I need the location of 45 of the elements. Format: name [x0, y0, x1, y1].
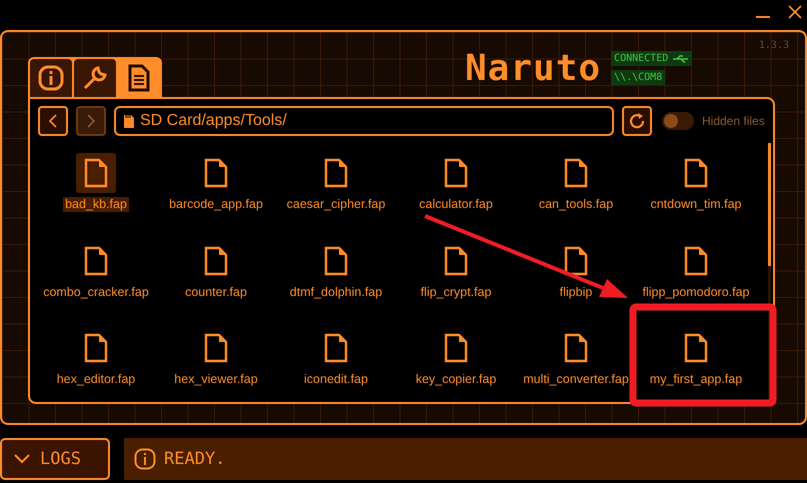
chevron-down-icon	[14, 454, 30, 464]
connection-status: CONNECTED	[611, 51, 692, 66]
chevron-right-icon	[86, 114, 96, 128]
scrollbar[interactable]	[768, 143, 771, 401]
file-name[interactable]: bad_kb.fap	[63, 197, 129, 212]
info-icon	[38, 65, 64, 91]
file-name[interactable]: hex_viewer.fap	[172, 372, 260, 387]
file-name[interactable]: flipbip	[558, 284, 594, 300]
file-name[interactable]: caesar_cipher.fap	[284, 197, 388, 212]
chevron-left-icon	[48, 114, 58, 128]
refresh-button[interactable]	[622, 106, 652, 136]
file-name[interactable]: flip_crypt.fap	[418, 284, 494, 300]
file-name[interactable]: key_copier.fap	[414, 372, 498, 387]
wrench-icon	[81, 64, 109, 92]
file-name[interactable]: calculator.fap	[417, 197, 495, 212]
file-name[interactable]: dtmf_dolphin.fap	[288, 284, 384, 300]
close-icon[interactable]	[788, 5, 802, 19]
file-name[interactable]: can_tools.fap	[536, 197, 616, 212]
sd-card-icon	[124, 114, 134, 128]
version-label: 1.3.3	[758, 40, 789, 51]
hidden-files-label: Hidden files	[702, 114, 765, 128]
logs-button[interactable]: LOGS	[0, 438, 110, 480]
document-icon	[127, 64, 151, 92]
back-button[interactable]	[38, 106, 68, 136]
refresh-icon	[628, 112, 646, 130]
file-name[interactable]: multi_converter.fap	[521, 372, 631, 387]
hidden-files-toggle[interactable]	[662, 112, 694, 130]
status-text: READY.	[164, 449, 226, 469]
info-tab[interactable]	[30, 59, 72, 97]
file-name[interactable]: iconedit.fap	[302, 372, 370, 387]
port-label: \\.\COM8	[611, 70, 666, 85]
file-name[interactable]: counter.fap	[183, 284, 249, 300]
path-field[interactable]: SD Card/apps/Tools/	[114, 106, 614, 136]
tools-tab[interactable]	[74, 59, 116, 97]
selected-file-icon[interactable]	[76, 153, 116, 193]
file-name[interactable]: flipp_pomodoro.fap	[640, 284, 752, 300]
file-name[interactable]: barcode_app.fap	[167, 197, 265, 212]
file-name[interactable]: combo_cracker.fap	[41, 284, 151, 300]
info-icon	[134, 448, 156, 470]
usb-icon	[673, 54, 690, 62]
file-name[interactable]: hex_editor.fap	[54, 372, 138, 387]
minimize-icon[interactable]	[756, 15, 770, 19]
file-name[interactable]: my_first_app.fap	[648, 372, 744, 387]
file-name[interactable]: cntdown_tim.fap	[648, 197, 744, 212]
app-logo: Naruto	[465, 51, 602, 87]
